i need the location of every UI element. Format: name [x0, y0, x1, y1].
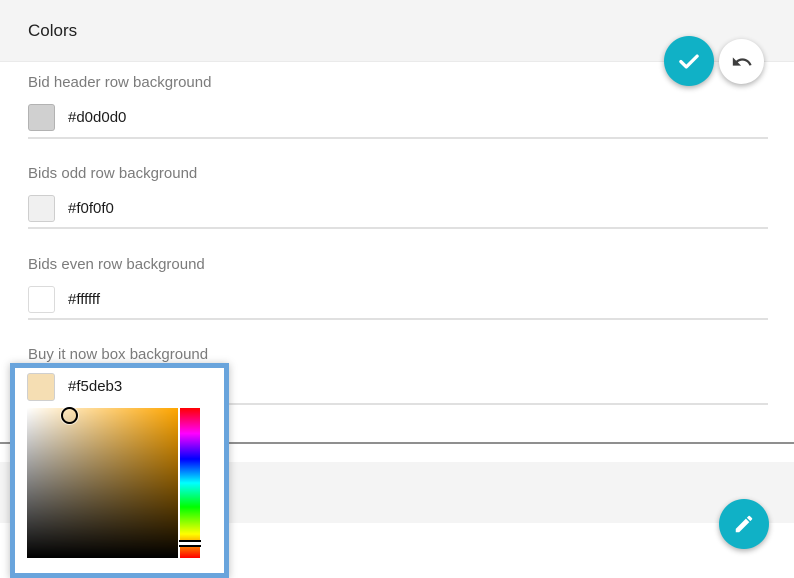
row-label: Buy it now box background — [28, 346, 208, 363]
color-picker-popup: #f5deb3 — [10, 363, 229, 578]
hue-slider[interactable] — [180, 408, 200, 558]
field-underline — [28, 318, 768, 320]
color-value-field[interactable]: #f0f0f0 — [68, 195, 114, 222]
undo-icon — [731, 51, 753, 73]
page-title: Colors — [28, 0, 77, 61]
edit-button[interactable] — [719, 499, 769, 549]
undo-button[interactable] — [719, 39, 764, 84]
check-icon — [676, 48, 702, 74]
confirm-button[interactable] — [664, 36, 714, 86]
color-swatch[interactable] — [28, 286, 55, 313]
color-value-field[interactable]: #ffffff — [68, 286, 100, 313]
row-label: Bid header row background — [28, 74, 211, 91]
row-label: Bids even row background — [28, 256, 205, 273]
sv-selector-circle[interactable] — [61, 407, 78, 424]
pencil-icon — [733, 513, 755, 535]
color-value-field[interactable]: #d0d0d0 — [68, 104, 126, 131]
field-underline — [28, 137, 768, 139]
color-swatch[interactable] — [28, 104, 55, 131]
field-underline — [28, 227, 768, 229]
color-swatch[interactable] — [28, 195, 55, 222]
hue-selector-bar[interactable] — [179, 540, 201, 547]
row-label: Bids odd row background — [28, 165, 197, 182]
picker-value-field[interactable]: #f5deb3 — [68, 373, 122, 401]
saturation-value-area[interactable] — [27, 408, 178, 558]
sv-black-gradient — [27, 408, 178, 558]
picker-current-swatch[interactable] — [27, 373, 55, 401]
